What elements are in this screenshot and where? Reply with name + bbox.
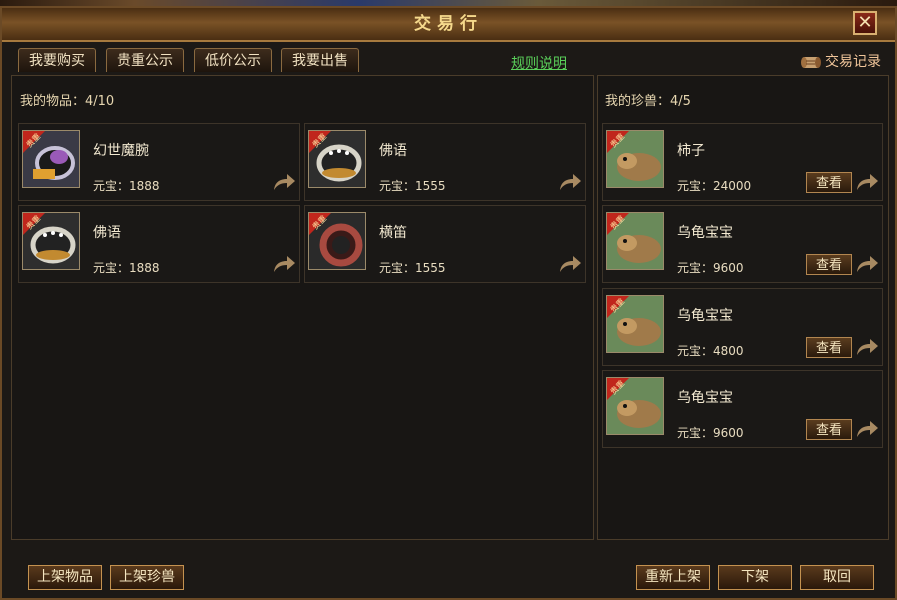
- pet-portrait-icon: 贵重: [606, 377, 664, 435]
- my-items-label: 我的物品：4/10: [20, 94, 115, 109]
- item-price: 元宝：1888: [93, 179, 160, 193]
- bracelet-icon: 贵重: [308, 130, 366, 188]
- trade-record-label: 交易记录: [825, 54, 881, 70]
- view-button[interactable]: 查看: [806, 254, 852, 275]
- share-arrow-icon[interactable]: [271, 254, 297, 274]
- bracelet-icon: 贵重: [22, 212, 80, 270]
- delist-button[interactable]: 下架: [718, 565, 792, 590]
- pet-price: 元宝：9600: [677, 426, 744, 440]
- share-arrow-icon[interactable]: [854, 254, 880, 274]
- item-card[interactable]: 贵重 佛语 元宝：1888: [18, 205, 300, 283]
- close-button[interactable]: ✕: [853, 11, 877, 35]
- trade-record-button[interactable]: 交易记录: [800, 51, 881, 71]
- item-name: 横笛: [379, 225, 407, 241]
- bracelet-icon: 贵重: [22, 130, 80, 188]
- pet-card[interactable]: 贵重 乌龟宝宝 元宝：4800 查看: [602, 288, 883, 366]
- item-price: 元宝：1555: [379, 261, 446, 275]
- item-card[interactable]: 贵重 横笛 元宝：1555: [304, 205, 586, 283]
- rules-link[interactable]: 规则说明: [511, 53, 567, 73]
- share-arrow-icon[interactable]: [854, 419, 880, 439]
- pet-portrait-icon: 贵重: [606, 130, 664, 188]
- view-button[interactable]: 查看: [806, 172, 852, 193]
- list-item-button[interactable]: 上架物品: [28, 565, 102, 590]
- item-price: 元宝：1555: [379, 179, 446, 193]
- flute-ring-icon: 贵重: [308, 212, 366, 270]
- scroll-icon: [800, 53, 822, 71]
- item-name: 幻世魔腕: [93, 143, 149, 159]
- item-name: 佛语: [379, 143, 407, 159]
- tab-valuable-notice[interactable]: 贵重公示: [106, 48, 184, 72]
- share-arrow-icon[interactable]: [271, 172, 297, 192]
- retrieve-button[interactable]: 取回: [800, 565, 874, 590]
- pet-name: 乌龟宝宝: [677, 390, 733, 406]
- share-arrow-icon[interactable]: [854, 172, 880, 192]
- item-card[interactable]: 贵重 佛语 元宝：1555: [304, 123, 586, 201]
- tab-buy[interactable]: 我要购买: [18, 48, 96, 72]
- pet-portrait-icon: 贵重: [606, 212, 664, 270]
- trade-window: 交易行 ✕ 我要购买 贵重公示 低价公示 我要出售 规则说明 交易记录 我的物品…: [0, 6, 897, 600]
- pet-price: 元宝：24000: [677, 179, 752, 193]
- pet-price: 元宝：9600: [677, 261, 744, 275]
- pet-card[interactable]: 贵重 柿子 元宝：24000 查看: [602, 123, 883, 201]
- pet-price: 元宝：4800: [677, 344, 744, 358]
- my-pets-label: 我的珍兽：4/5: [605, 94, 691, 109]
- tab-sell[interactable]: 我要出售: [281, 48, 359, 72]
- view-button[interactable]: 查看: [806, 419, 852, 440]
- pet-card[interactable]: 贵重 乌龟宝宝 元宝：9600 查看: [602, 370, 883, 448]
- item-name: 佛语: [93, 225, 121, 241]
- list-pet-button[interactable]: 上架珍兽: [110, 565, 184, 590]
- share-arrow-icon[interactable]: [854, 337, 880, 357]
- window-title: 交易行: [414, 14, 483, 34]
- view-button[interactable]: 查看: [806, 337, 852, 358]
- relist-button[interactable]: 重新上架: [636, 565, 710, 590]
- item-card[interactable]: 贵重 幻世魔腕 元宝：1888: [18, 123, 300, 201]
- pet-name: 乌龟宝宝: [677, 225, 733, 241]
- share-arrow-icon[interactable]: [557, 254, 583, 274]
- title-bar[interactable]: 交易行: [2, 8, 895, 42]
- item-price: 元宝：1888: [93, 261, 160, 275]
- pet-name: 乌龟宝宝: [677, 308, 733, 324]
- pet-name: 柿子: [677, 143, 705, 159]
- share-arrow-icon[interactable]: [557, 172, 583, 192]
- pet-card[interactable]: 贵重 乌龟宝宝 元宝：9600 查看: [602, 205, 883, 283]
- pet-portrait-icon: 贵重: [606, 295, 664, 353]
- tab-lowprice-notice[interactable]: 低价公示: [194, 48, 272, 72]
